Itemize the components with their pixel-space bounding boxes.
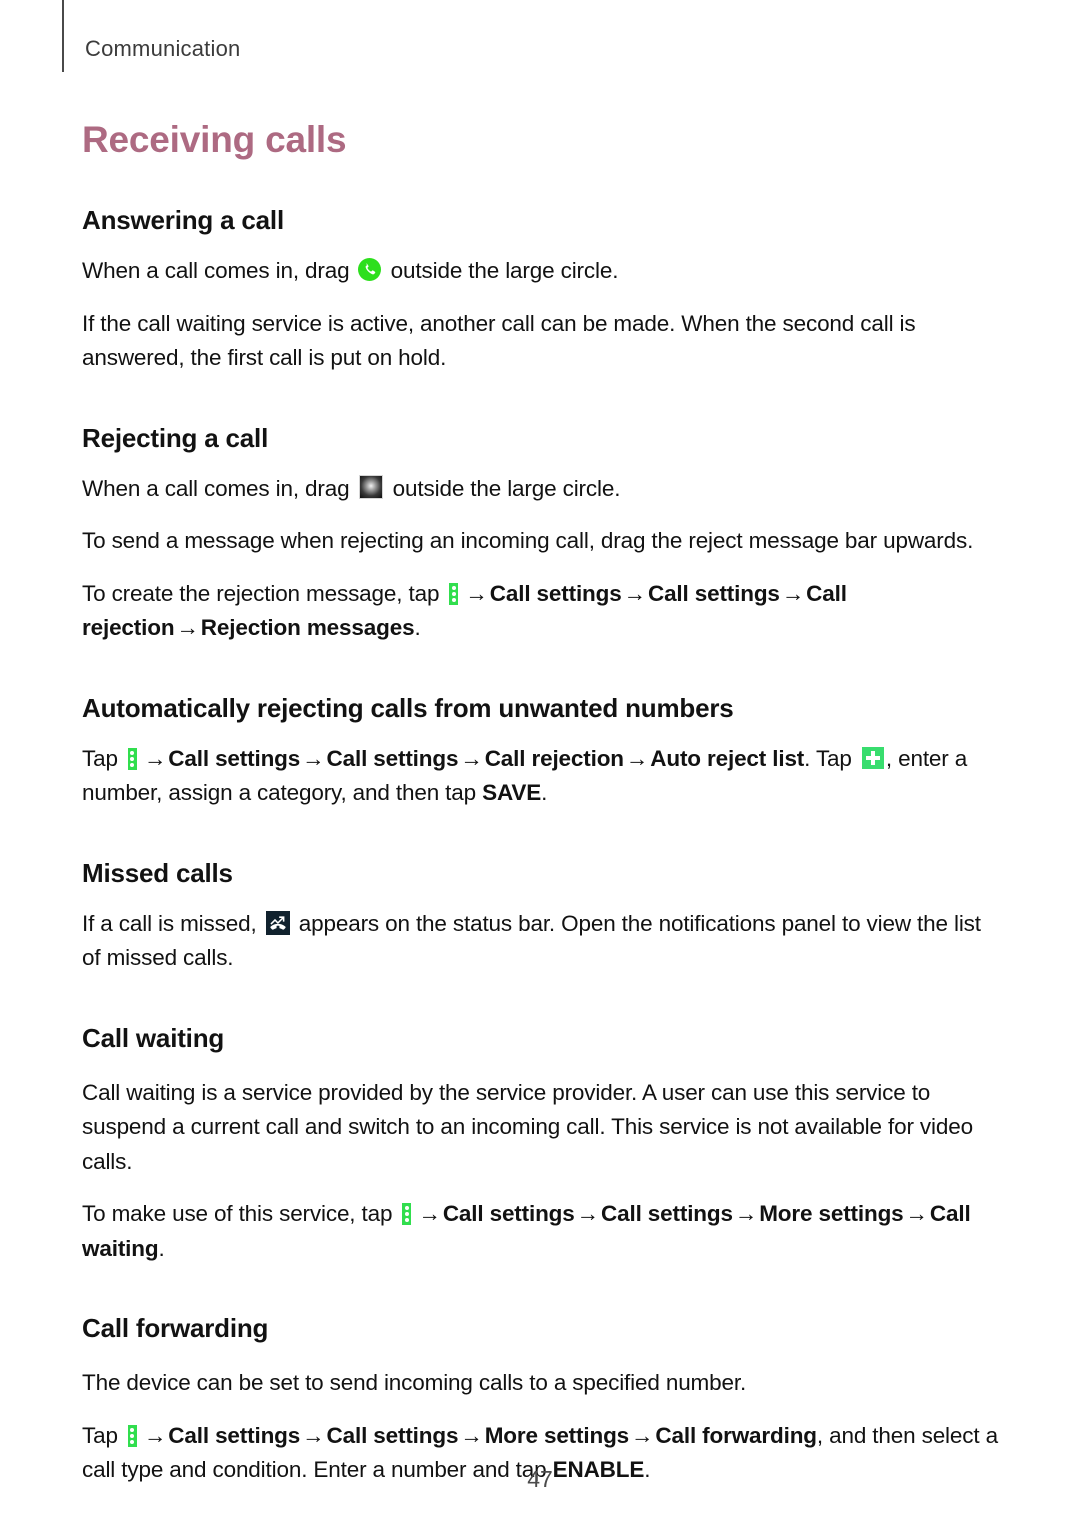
button-label-save: SAVE	[482, 780, 542, 805]
arrow-glyph: →	[302, 1422, 325, 1448]
section-heading-missed-calls: Missed calls	[82, 857, 233, 888]
arrow-glyph: →	[625, 745, 649, 771]
arrow-glyph: →	[143, 1422, 167, 1448]
section-heading-rejecting-a-call: Rejecting a call	[82, 422, 269, 453]
text-fragment: .	[541, 780, 548, 805]
text-fragment: When a call comes in, drag	[82, 475, 356, 501]
text-fragment: To create the rejection message, tap	[82, 580, 446, 606]
nav-path-step: Call settings	[326, 1422, 459, 1448]
nav-path-step: Call settings	[326, 745, 459, 771]
header-divider	[62, 0, 64, 72]
text-fragment: . Tap	[804, 745, 858, 771]
page-header: Communication	[0, 0, 1080, 76]
nav-path-step: Call settings	[442, 1201, 575, 1226]
more-options-icon	[127, 747, 137, 770]
paragraph-answering-1: When a call comes in, drag outside the l…	[82, 254, 1002, 289]
reject-call-icon	[358, 474, 383, 499]
nav-path-step: Call rejection	[484, 745, 624, 771]
paragraph-callwaiting-1: Call waiting is a service provided by th…	[82, 1079, 973, 1174]
arrow-glyph: →	[460, 1422, 483, 1448]
more-options-icon	[402, 1203, 412, 1225]
chapter-label: Communication	[85, 36, 241, 61]
text-fragment: outside the large circle.	[386, 475, 621, 501]
arrow-glyph: →	[631, 1422, 654, 1448]
arrow-glyph: →	[143, 745, 167, 771]
text-fragment: When a call comes in, drag	[82, 258, 356, 283]
section-heading-call-forwarding: Call forwarding	[82, 1313, 269, 1343]
page-footer: 47	[0, 1466, 1080, 1493]
nav-path-step: More settings	[484, 1422, 630, 1448]
arrow-glyph: →	[623, 580, 647, 606]
nav-path-step: More settings	[759, 1201, 904, 1226]
add-plus-icon	[861, 746, 884, 769]
text-fragment: To make use of this service, tap	[82, 1201, 399, 1226]
paragraph-answering-2: If the call waiting service is active, a…	[82, 310, 916, 371]
manual-page: Communication Receiving calls Answering …	[0, 0, 1080, 1527]
arrow-glyph: →	[460, 745, 483, 771]
page-content: Receiving calls Answering a call When a …	[82, 118, 1002, 1488]
text-fragment: Tap	[82, 745, 124, 771]
page-number: 47	[527, 1466, 553, 1492]
nav-path-step: Call settings	[168, 1422, 301, 1448]
section-heading-answering-a-call: Answering a call	[82, 205, 284, 235]
page-title: Receiving calls	[82, 119, 347, 160]
nav-path-step: Auto reject list	[650, 745, 805, 771]
arrow-glyph: →	[418, 1201, 441, 1226]
arrow-glyph: →	[576, 1201, 600, 1226]
text-fragment: Tap	[82, 1422, 124, 1448]
text-fragment: .	[414, 615, 421, 640]
paragraph-callwaiting-2: To make use of this service, tap →Call s…	[82, 1197, 1002, 1266]
paragraph-rejecting-3: To create the rejection message, tap →Ca…	[82, 577, 1002, 646]
arrow-glyph: →	[465, 580, 488, 606]
paragraph-rejecting-1: When a call comes in, drag outside the l…	[82, 472, 1002, 507]
section-heading-call-waiting: Call waiting	[82, 1022, 225, 1053]
nav-path-step: Call settings	[168, 745, 301, 771]
nav-path-step: Call settings	[647, 580, 780, 606]
paragraph-autoreject-1: Tap →Call settings→Call settings→Call re…	[82, 742, 1002, 811]
nav-path-step: Rejection messages	[200, 615, 415, 640]
nav-path-step: Call forwarding	[655, 1422, 817, 1448]
arrow-glyph: →	[905, 1201, 929, 1226]
arrow-glyph: →	[734, 1201, 758, 1226]
paragraph-missed-1: If a call is missed, appears on the stat…	[82, 907, 1002, 976]
paragraph-callforwarding-1: The device can be set to send incoming c…	[82, 1370, 747, 1395]
more-options-icon	[449, 582, 459, 605]
text-fragment: outside the large circle.	[384, 258, 619, 283]
arrow-glyph: →	[176, 615, 199, 640]
more-options-icon	[127, 1424, 137, 1447]
section-heading-automatically-rejecting: Automatically rejecting calls from unwan…	[82, 692, 734, 723]
nav-path-step: Call settings	[489, 580, 622, 606]
answer-call-icon	[357, 258, 381, 281]
arrow-glyph: →	[302, 745, 325, 771]
missed-call-icon	[265, 910, 290, 935]
text-fragment: .	[158, 1235, 165, 1261]
nav-path-step: Call settings	[601, 1201, 733, 1226]
paragraph-rejecting-2: To send a message when rejecting an inco…	[82, 528, 974, 553]
text-fragment: If a call is missed,	[82, 910, 263, 936]
arrow-glyph: →	[781, 580, 805, 606]
